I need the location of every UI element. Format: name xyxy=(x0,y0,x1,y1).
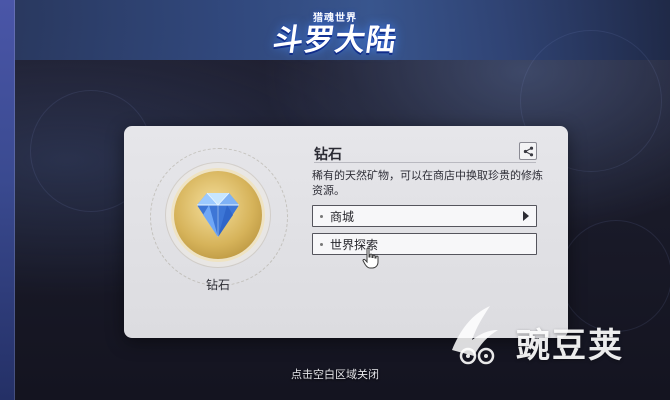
hand-cursor-icon xyxy=(362,247,379,269)
bullet-dot xyxy=(320,214,323,218)
game-logo: 猎魂世界 斗罗大陆 xyxy=(240,6,430,58)
detail-divider xyxy=(314,162,536,163)
share-button[interactable] xyxy=(519,142,537,160)
diamond-icon xyxy=(197,192,239,237)
arrow-right-icon xyxy=(523,211,529,221)
item-medal xyxy=(174,171,262,259)
watermark: 豌豆荚 xyxy=(442,296,662,378)
detail-title: 钻石 xyxy=(314,147,342,163)
bullet-dot xyxy=(320,242,323,246)
world-explore-button[interactable]: 世界探索 xyxy=(312,233,537,255)
share-icon xyxy=(523,146,533,156)
watermark-text: 豌豆荚 xyxy=(516,326,624,366)
shop-button[interactable]: 商城 xyxy=(312,205,537,227)
wandoujia-logo-icon xyxy=(452,306,498,365)
item-description: 稀有的天然矿物，可以在商店中换取珍贵的修炼资源。 xyxy=(312,169,543,197)
item-name-label: 钻石 xyxy=(205,278,230,292)
shop-button-label: 商城 xyxy=(330,209,355,224)
game-logo-title: 斗罗大陆 xyxy=(270,23,400,58)
left-side-frame xyxy=(0,0,15,400)
